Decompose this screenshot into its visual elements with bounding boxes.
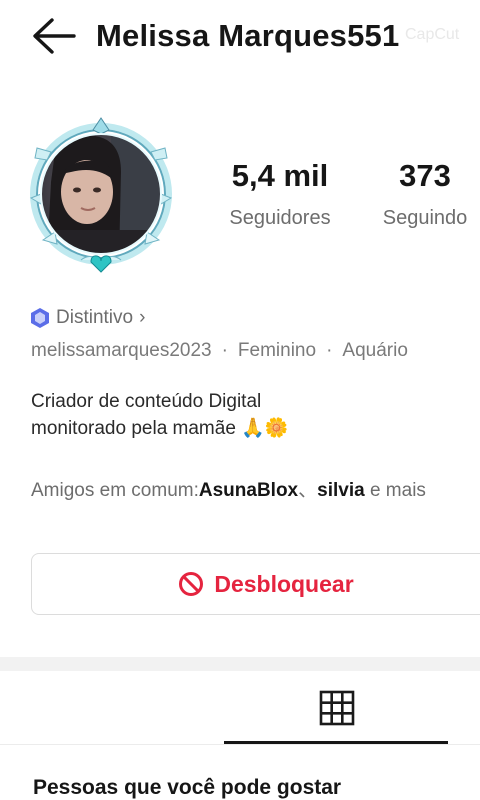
following-count[interactable]: 373 [370,158,480,194]
mutual-friend-name[interactable]: AsunaBlox [199,480,298,501]
mutual-separator: 、 [298,480,318,501]
badge-link[interactable]: Distintivo › [30,305,145,331]
mutual-friends[interactable]: Amigos em comum:AsunaBlox、silvia e mais [31,475,426,502]
suggestions-title: Pessoas que você pode gostar [33,776,342,799]
mutual-friend-name[interactable]: silvia [317,480,365,501]
block-icon [179,572,204,596]
bio-line: monitorado pela mamãe 🙏🌼 [31,418,289,439]
followers-label[interactable]: Seguidores [210,207,350,230]
section-divider [0,657,480,671]
unblock-label: Desbloquear [214,570,354,597]
avatar[interactable] [25,112,177,278]
unblock-button[interactable]: Desbloquear [31,553,480,615]
page-title: Melissa Marques551 [96,18,400,53]
mutual-friends-suffix: e mais [364,480,426,501]
separator: · [221,340,228,361]
followers-count[interactable]: 5,4 mil [210,158,350,194]
badge-label: Distintivo [56,307,134,328]
gender: Feminino [237,340,317,361]
watermark: CapCut [405,26,460,43]
bio: Criador de conteúdo Digital monitorado p… [31,388,288,442]
arrow-left-icon [33,18,76,54]
tab-divider [0,744,480,745]
username: melissamarques2023 [31,340,212,361]
tab-grid[interactable] [318,690,356,726]
following-label[interactable]: Seguindo [370,207,480,230]
profile-meta: melissamarques2023 · Feminino · Aquário [31,340,408,362]
zodiac-sign: Aquário [342,340,408,361]
back-button[interactable] [28,14,80,58]
hexagon-badge-icon [31,308,49,328]
grid-icon [319,690,355,726]
bio-line: Criador de conteúdo Digital [31,391,262,412]
mutual-friends-prefix: Amigos em comum: [31,480,199,501]
separator: · [326,340,333,361]
chevron-right-icon: › [139,307,146,328]
avatar-frame [29,117,173,273]
